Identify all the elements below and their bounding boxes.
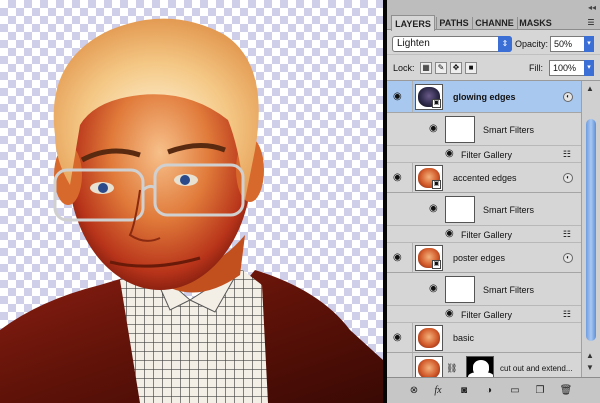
visibility-toggle[interactable]: ◉ <box>387 81 413 112</box>
filter-gallery-row[interactable]: ◉ Filter Gallery ☷ <box>387 146 581 163</box>
layers-panel: ◂◂ LAYERS PATHS CHANNE MASKS ☰ Lighten ⇕… <box>387 0 600 403</box>
panel-bottom-toolbar: ⊗ fx ◙ ◑ ▭ ❐ 🗑 <box>387 377 600 403</box>
tab-masks[interactable]: MASKS <box>517 17 553 30</box>
lock-label: Lock: <box>393 63 415 73</box>
folder-icon[interactable]: ▭ <box>508 384 522 398</box>
opacity-value: 50% <box>554 39 573 49</box>
opacity-field[interactable]: 50% ▾ <box>550 36 594 52</box>
layer-scrollbar[interactable]: ▲ ▲ ▼ <box>581 81 600 377</box>
smart-filters-label: Smart Filters <box>483 285 535 295</box>
layer-name[interactable]: glowing edges <box>453 92 516 102</box>
tab-channels[interactable]: CHANNE <box>472 17 516 30</box>
blend-mode-select[interactable]: Lighten ⇕ <box>392 36 512 52</box>
layer-thumbnail <box>415 356 443 377</box>
smart-filter-options-icon[interactable]: ◐ <box>563 253 573 263</box>
filter-mask-thumbnail <box>445 196 475 223</box>
smart-filters-row[interactable]: ◉ Smart Filters <box>387 273 581 306</box>
blending-options-icon[interactable]: ☷ <box>563 149 571 160</box>
blend-opacity-row: Lighten ⇕ Opacity: 50% ▾ <box>387 33 600 55</box>
eye-icon: ◉ <box>393 171 402 183</box>
adjustment-icon[interactable]: ◑ <box>482 384 496 398</box>
lock-position-icon[interactable]: ✥ <box>450 62 462 74</box>
trash-icon[interactable]: 🗑 <box>559 384 573 398</box>
blending-options-icon[interactable]: ☷ <box>563 229 571 240</box>
filter-gallery-label: Filter Gallery <box>461 230 513 240</box>
layer-thumbnail: ▣ <box>415 84 443 110</box>
smart-filters-row[interactable]: ◉ Smart Filters <box>387 193 581 226</box>
fill-value: 100% <box>553 63 577 73</box>
panel-menu-icon[interactable]: ☰ <box>586 18 596 28</box>
panel-tab-bar: ◂◂ LAYERS PATHS CHANNE MASKS ☰ <box>387 0 600 31</box>
smart-object-icon: ▣ <box>432 260 441 269</box>
layer-accented-edges[interactable]: ◉ ▣ accented edges ◐ <box>387 163 581 193</box>
layer-name[interactable]: basic <box>453 333 474 343</box>
fx-icon[interactable]: fx <box>431 384 445 398</box>
smart-filter-options-icon[interactable]: ◐ <box>563 173 573 183</box>
layer-poster-edges[interactable]: ◉ ▣ poster edges ◐ <box>387 243 581 273</box>
collapse-icon[interactable]: ◂◂ <box>588 3 596 12</box>
scroll-thumb[interactable] <box>586 119 596 341</box>
smart-filter-options-icon[interactable]: ◐ <box>563 92 573 102</box>
smart-filters-label: Smart Filters <box>483 205 535 215</box>
visibility-toggle[interactable]: ◉ <box>387 163 413 192</box>
smart-object-icon: ▣ <box>432 180 441 189</box>
add-mask-icon[interactable]: ◙ <box>457 384 471 398</box>
layer-thumbnail: ▣ <box>415 245 443 271</box>
filter-gallery-row[interactable]: ◉ Filter Gallery ☷ <box>387 226 581 243</box>
scroll-up-icon[interactable]: ▲ <box>586 351 594 360</box>
tab-paths[interactable]: PATHS <box>436 17 471 30</box>
scroll-down-icon[interactable]: ▼ <box>586 363 594 372</box>
layer-thumbnail <box>415 325 443 351</box>
filter-gallery-label: Filter Gallery <box>461 150 513 160</box>
layer-basic[interactable]: ◉ basic <box>387 323 581 353</box>
eye-icon: ◉ <box>393 90 402 102</box>
fill-field[interactable]: 100% ▾ <box>549 60 594 76</box>
eye-icon: ◉ <box>393 331 402 343</box>
smart-filters-label: Smart Filters <box>483 125 535 135</box>
layer-mask-thumbnail[interactable] <box>466 356 494 377</box>
portrait-image <box>0 18 383 403</box>
photoshop-window: ◂◂ LAYERS PATHS CHANNE MASKS ☰ Lighten ⇕… <box>0 0 600 403</box>
chevron-down-icon[interactable]: ▾ <box>584 60 594 76</box>
layer-name[interactable]: cut out and extend... <box>500 364 573 373</box>
chevron-down-icon[interactable]: ▾ <box>584 36 594 52</box>
smart-filters-row[interactable]: ◉ Smart Filters <box>387 113 581 146</box>
lock-image-icon[interactable]: ✎ <box>435 62 447 74</box>
layer-glowing-edges[interactable]: ◉ ▣ glowing edges ◐ <box>387 81 581 113</box>
eye-icon[interactable]: ◉ <box>445 149 459 159</box>
filter-gallery-label: Filter Gallery <box>461 310 513 320</box>
lock-fill-row: Lock: ▦ ✎ ✥ ■ Fill: 100% ▾ <box>387 55 600 81</box>
visibility-toggle[interactable]: ◉ <box>387 323 413 352</box>
new-layer-icon[interactable]: ❐ <box>533 384 547 398</box>
eye-icon[interactable]: ◉ <box>429 284 443 294</box>
eye-icon[interactable]: ◉ <box>429 124 443 134</box>
link-layers-icon[interactable]: ⊗ <box>407 384 421 398</box>
eye-icon: ◉ <box>393 251 402 263</box>
layer-cut-out-and-extend[interactable]: ⛓ cut out and extend... <box>387 353 581 377</box>
lock-all-icon[interactable]: ■ <box>465 62 477 74</box>
filter-gallery-row[interactable]: ◉ Filter Gallery ☷ <box>387 306 581 323</box>
smart-object-icon: ▣ <box>432 99 441 108</box>
blending-options-icon[interactable]: ☷ <box>563 309 571 320</box>
layer-thumbnail: ▣ <box>415 165 443 191</box>
link-icon[interactable]: ⛓ <box>446 363 457 374</box>
opacity-label: Opacity: <box>515 39 549 49</box>
layer-name[interactable]: accented edges <box>453 173 517 183</box>
eye-icon[interactable]: ◉ <box>445 229 459 239</box>
filter-mask-thumbnail <box>445 276 475 303</box>
chevron-updown-icon: ⇕ <box>498 36 512 52</box>
eye-icon[interactable]: ◉ <box>429 204 443 214</box>
layer-list: ◉ ▣ glowing edges ◐ ◉ Smart Filters ◉ Fi… <box>387 81 581 377</box>
filter-mask-thumbnail <box>445 116 475 143</box>
eye-icon[interactable]: ◉ <box>445 309 459 319</box>
tab-layers[interactable]: LAYERS <box>391 15 435 31</box>
fill-label: Fill: <box>529 63 543 73</box>
layer-name[interactable]: poster edges <box>453 253 505 263</box>
scroll-up-icon[interactable]: ▲ <box>586 84 594 93</box>
visibility-toggle[interactable] <box>387 353 413 377</box>
visibility-toggle[interactable]: ◉ <box>387 243 413 272</box>
blend-mode-value: Lighten <box>397 38 430 49</box>
lock-transparent-icon[interactable]: ▦ <box>420 62 432 74</box>
document-canvas[interactable] <box>0 0 383 403</box>
